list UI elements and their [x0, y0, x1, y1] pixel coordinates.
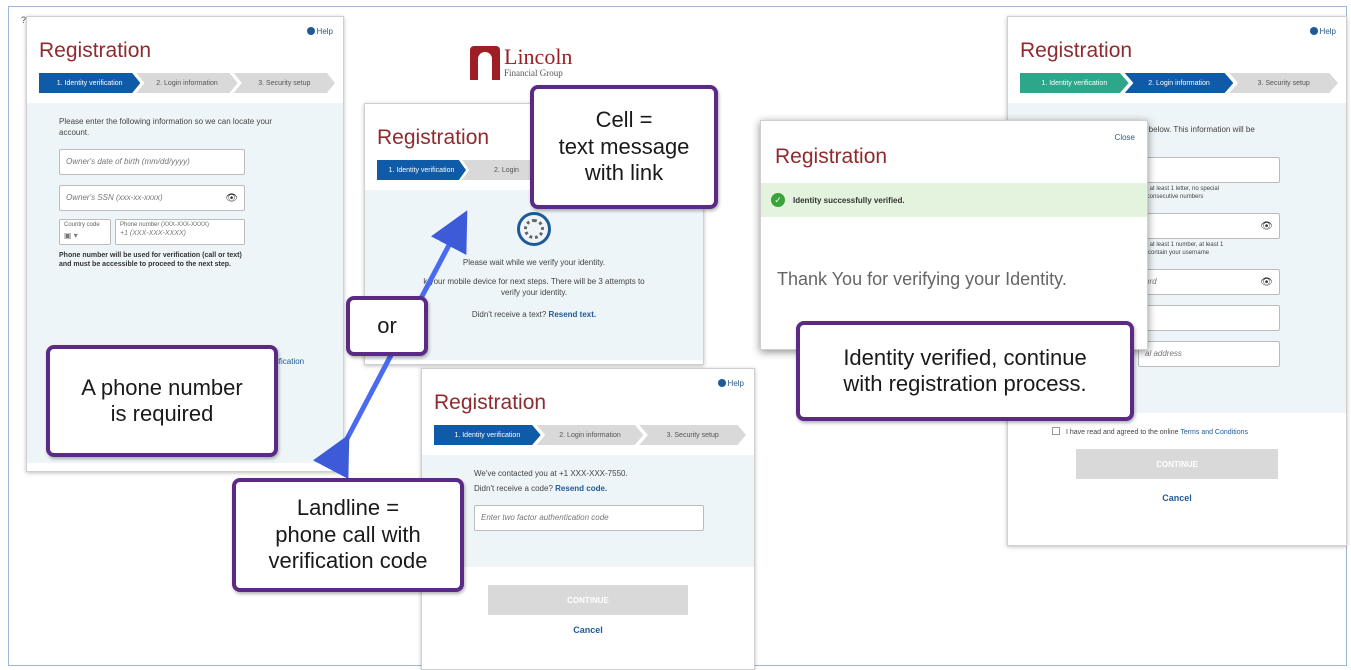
callout-identity-verified: Identity verified, continue with registr… [796, 321, 1134, 421]
callout-or: or [346, 296, 428, 356]
callout-landline-call: Landline = phone call with verification … [232, 478, 464, 592]
callout-cell-text: Cell = text message with link [530, 85, 718, 209]
callout-phone-required: A phone number is required [46, 345, 278, 457]
